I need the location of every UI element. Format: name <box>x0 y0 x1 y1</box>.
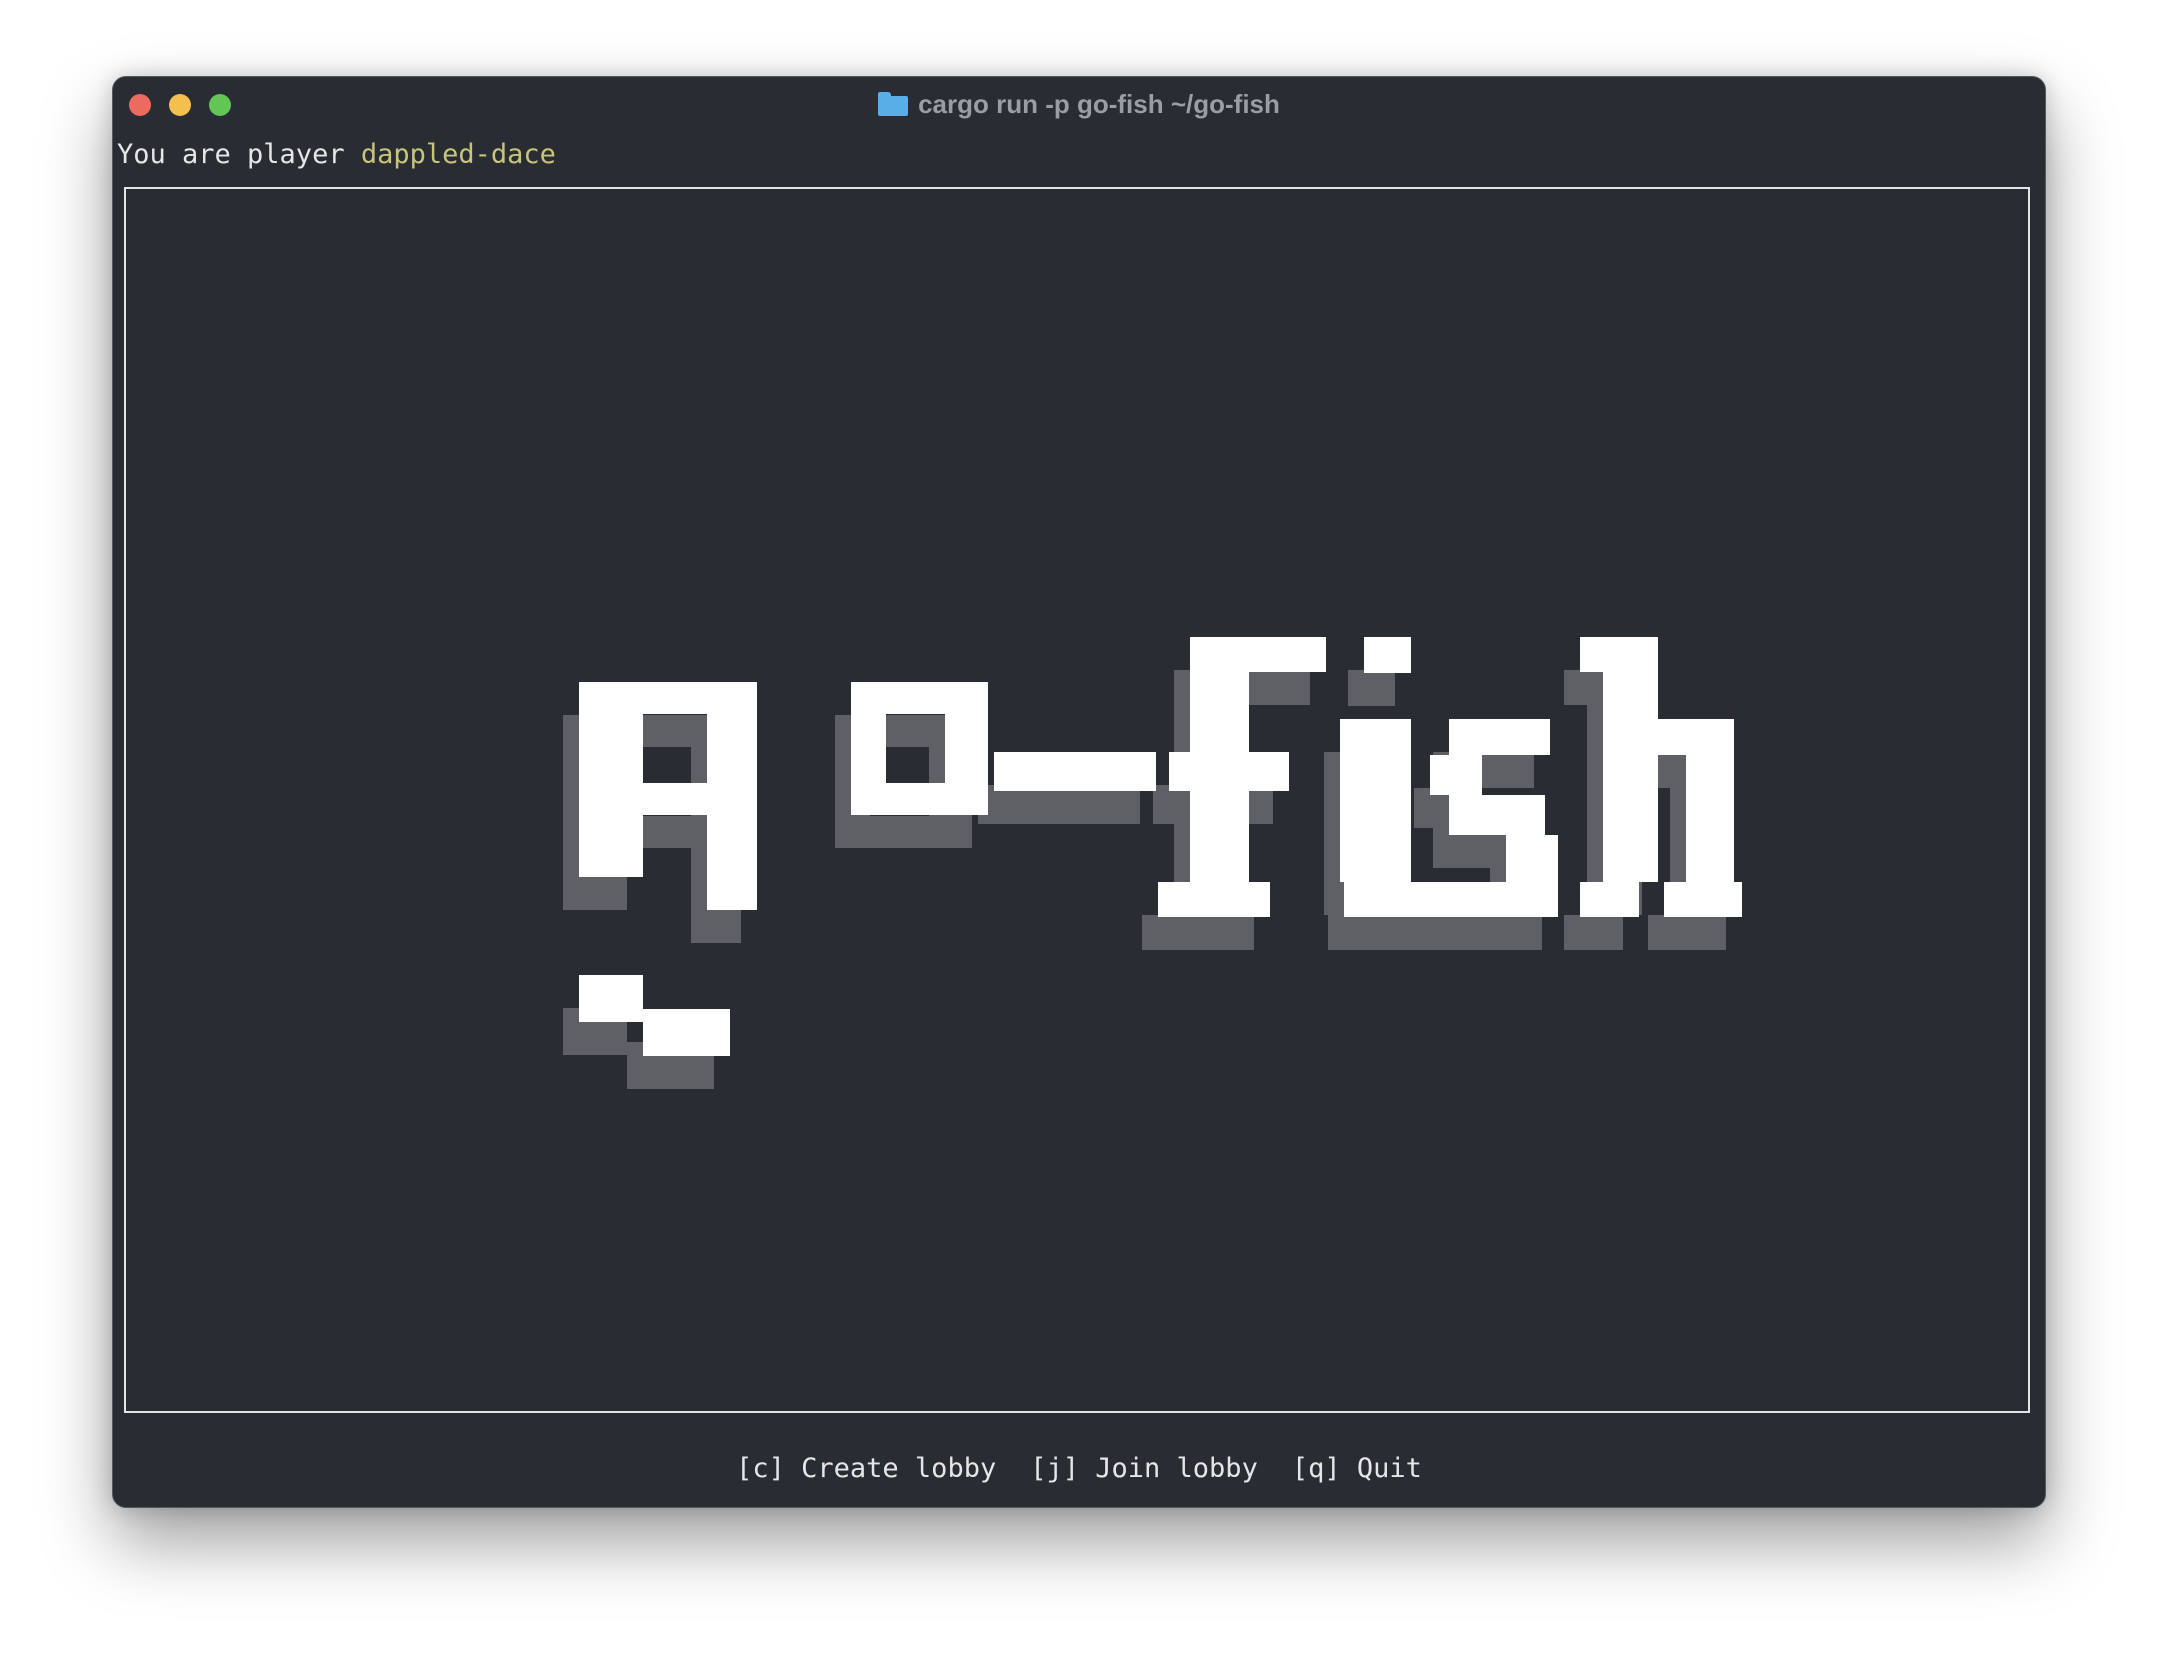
window-title-text: cargo run -p go-fish ~/go-fish <box>918 88 1280 119</box>
quit-key: [q] <box>1291 1453 1341 1484</box>
create-lobby-key: [c] <box>736 1453 785 1484</box>
player-status-prefix: You are player <box>117 139 361 170</box>
main-panel: go-fish <box>124 187 2030 1413</box>
title-bar[interactable]: cargo run -p go-fish ~/go-fish <box>113 77 2045 131</box>
create-lobby-label: Create lobby <box>801 1453 997 1484</box>
command-menu: [c] Create lobby [j] Join lobby [q] Quit <box>113 1453 2045 1493</box>
quit-option[interactable]: [q] Quit <box>1292 1453 1422 1493</box>
join-lobby-label: Join lobby <box>1095 1453 1258 1484</box>
player-status: You are player dappled-dace <box>117 135 556 175</box>
player-name: dappled-dace <box>360 139 556 170</box>
quit-label: Quit <box>1356 1453 1422 1484</box>
join-lobby-key: [j] <box>1030 1453 1079 1484</box>
folder-icon <box>878 92 909 116</box>
terminal-window: cargo run -p go-fish ~/go-fish You are p… <box>112 76 2046 1508</box>
go-fish-logo: go-fish <box>563 637 1742 1089</box>
join-lobby-option[interactable]: [j] Join lobby <box>1030 1453 1258 1493</box>
window-title: cargo run -p go-fish ~/go-fish <box>113 77 2045 131</box>
create-lobby-option[interactable]: [c] Create lobby <box>736 1453 996 1493</box>
